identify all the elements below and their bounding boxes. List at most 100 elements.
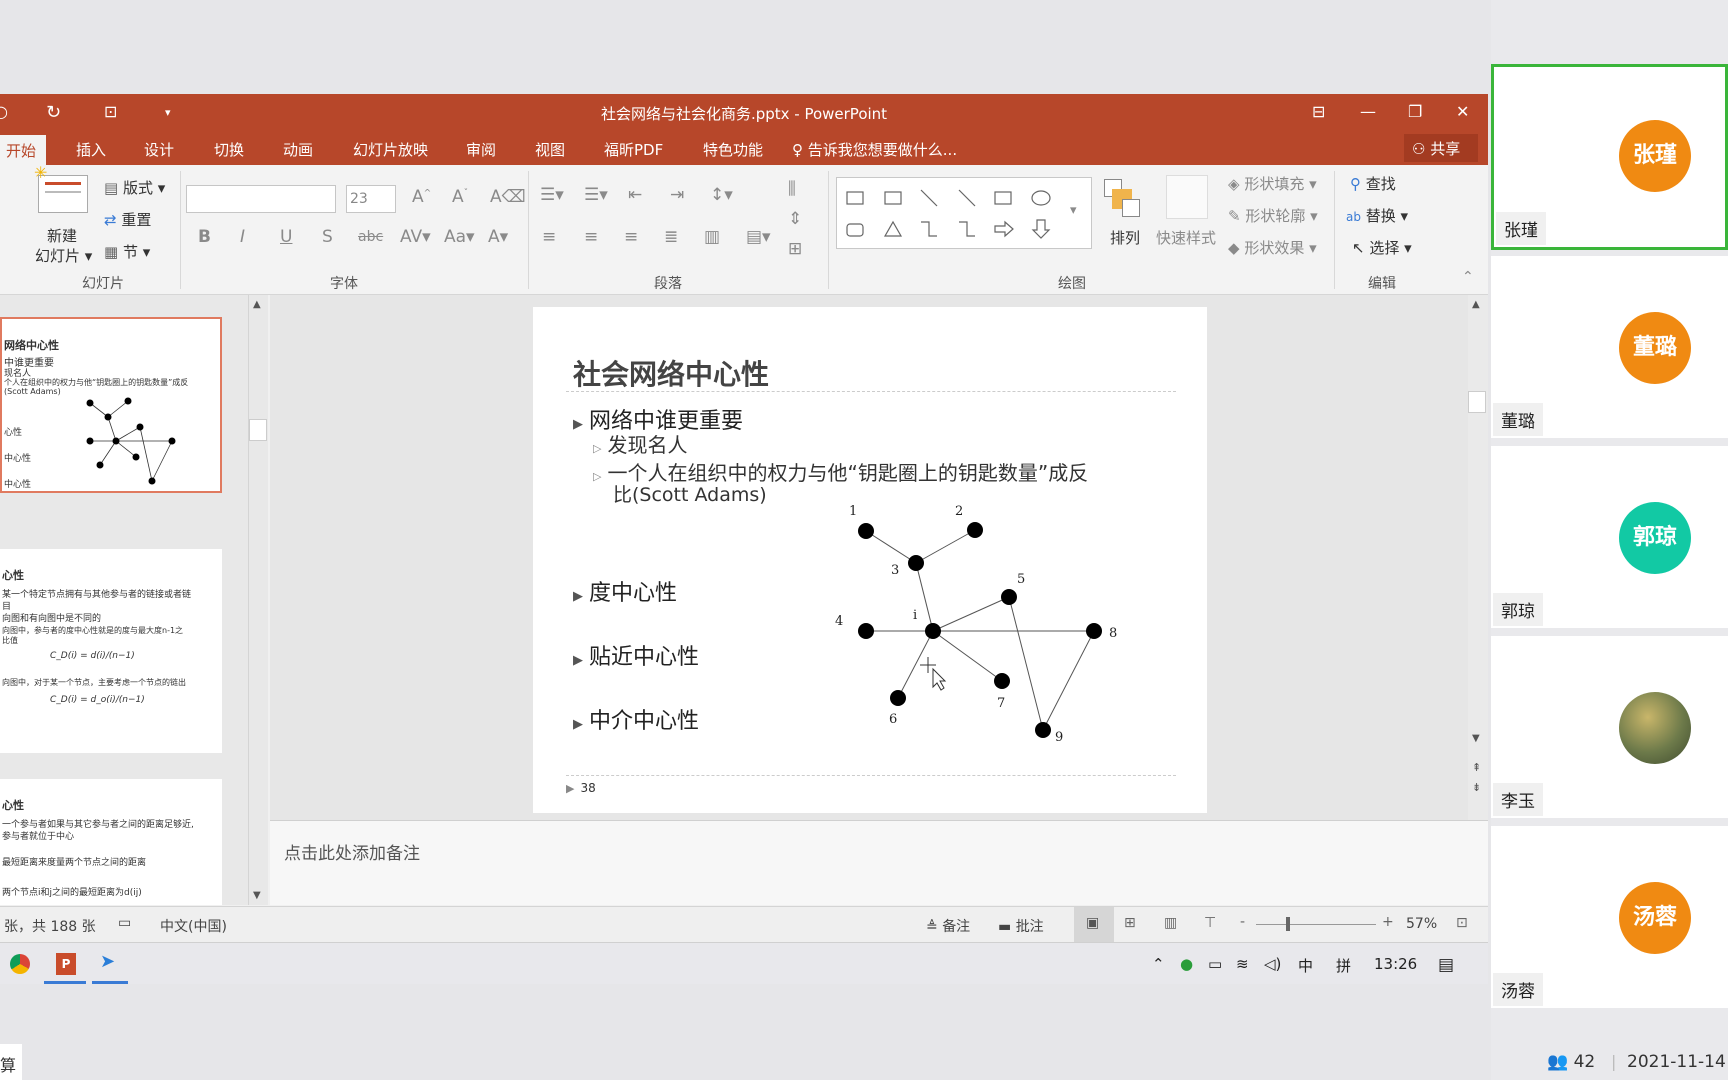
zoom-level[interactable]: 57% bbox=[1406, 916, 1437, 932]
ime-pinyin[interactable]: 拼 bbox=[1336, 955, 1351, 976]
restore-icon[interactable]: ❐ bbox=[1408, 102, 1422, 121]
tab-slideshow[interactable]: 幻灯片放映 bbox=[353, 139, 428, 160]
quick-styles-icon[interactable] bbox=[1166, 175, 1208, 219]
notes-pane[interactable]: 点击此处添加备注 bbox=[270, 820, 1488, 905]
tab-home[interactable]: 开始 bbox=[0, 135, 46, 165]
language-indicator[interactable]: 中文(中国) bbox=[160, 916, 227, 936]
underline-icon[interactable]: U bbox=[280, 227, 292, 247]
notification-icon[interactable]: ▤ bbox=[1438, 955, 1454, 975]
wifi-icon[interactable]: ≋ bbox=[1236, 955, 1249, 973]
section-button[interactable]: ▦ 节 ▾ bbox=[104, 241, 150, 262]
zoom-in-icon[interactable]: + bbox=[1382, 914, 1394, 930]
clock[interactable]: 13:26 bbox=[1374, 955, 1417, 973]
tray-expand-icon[interactable]: ⌃ bbox=[1152, 955, 1165, 973]
shape-outline-button[interactable]: ✎ 形状轮廓 ▾ bbox=[1228, 205, 1318, 226]
line-spacing-icon[interactable]: ↕▾ bbox=[710, 185, 733, 205]
close-icon[interactable]: ✕ bbox=[1456, 102, 1469, 121]
minimize-icon[interactable]: — bbox=[1360, 102, 1376, 121]
align-center-icon[interactable]: ≡ bbox=[584, 227, 598, 247]
find-button[interactable]: ⚲ 查找 bbox=[1350, 173, 1396, 194]
current-slide[interactable]: 社会网络中心性 ▶ 网络中谁更重要 ▷ 发现名人 ▷ 一个人在组织中的权力与他“钥匙圈… bbox=[533, 307, 1207, 813]
replace-button[interactable]: ab 替换 ▾ bbox=[1346, 205, 1408, 226]
slide-sorter-icon[interactable]: ⊞ bbox=[1124, 915, 1136, 931]
zoom-slider-thumb[interactable] bbox=[1286, 917, 1290, 931]
font-name-input[interactable] bbox=[186, 185, 336, 213]
powerpoint-icon[interactable]: P bbox=[56, 953, 76, 975]
tab-animations[interactable]: 动画 bbox=[283, 139, 313, 160]
canvas-scrollbar[interactable]: ▲ ▼ ⇞ ⇟ bbox=[1468, 295, 1488, 820]
notes-placeholder[interactable]: 点击此处添加备注 bbox=[284, 839, 420, 864]
participant-tile[interactable]: 董璐 董璐 bbox=[1491, 256, 1728, 442]
char-spacing-icon[interactable]: AV▾ bbox=[400, 227, 431, 247]
tab-insert[interactable]: 插入 bbox=[76, 139, 106, 160]
shape-effects-button[interactable]: ◆ 形状效果 ▾ bbox=[1228, 237, 1317, 258]
participant-tile[interactable]: 李玉 bbox=[1491, 636, 1728, 822]
font-color-icon[interactable]: A▾ bbox=[488, 227, 508, 247]
layout-button[interactable]: ▤ 版式 ▾ bbox=[104, 177, 165, 198]
volume-icon[interactable]: ◁) bbox=[1264, 955, 1281, 973]
security-tray-icon[interactable]: ● bbox=[1180, 955, 1193, 973]
tab-foxit-pdf[interactable]: 福昕PDF bbox=[604, 139, 663, 160]
thumbnails-scrollbar[interactable]: ▲ ▼ bbox=[248, 295, 268, 905]
battery-icon[interactable]: ▭ bbox=[1208, 955, 1222, 973]
reset-button[interactable]: ⇄ 重置 bbox=[104, 209, 151, 230]
select-button[interactable]: ↖ 选择 ▾ bbox=[1352, 237, 1412, 258]
distributed-icon[interactable]: ▥ bbox=[704, 227, 720, 247]
align-text-icon[interactable]: ⇕ bbox=[788, 209, 802, 229]
quick-styles-label[interactable]: 快速样式 bbox=[1156, 227, 1216, 248]
tell-me-box[interactable]: ♀ 告诉我您想要做什么... bbox=[792, 139, 957, 160]
arrange-label[interactable]: 排列 bbox=[1110, 227, 1140, 248]
normal-view-button[interactable]: ▣ bbox=[1074, 907, 1114, 943]
shapes-gallery[interactable] bbox=[836, 177, 1092, 249]
gallery-more-icon[interactable]: ▾ bbox=[1070, 203, 1077, 218]
new-slide-label-2[interactable]: 幻灯片 ▾ bbox=[35, 245, 92, 266]
new-slide-label-1[interactable]: 新建 bbox=[47, 225, 77, 246]
notes-button[interactable]: ≜ 备注 bbox=[926, 916, 970, 936]
comments-button[interactable]: ▬ 批注 bbox=[998, 916, 1044, 936]
tab-design[interactable]: 设计 bbox=[144, 139, 174, 160]
shrink-font-icon[interactable]: Aˇ bbox=[452, 187, 468, 207]
collapse-ribbon-icon[interactable]: ⌃ bbox=[1462, 269, 1474, 285]
smartart-icon[interactable]: ⊞ bbox=[788, 239, 802, 259]
ribbon-display-icon[interactable]: ⊟ bbox=[1312, 102, 1325, 121]
numbering-icon[interactable]: ☰▾ bbox=[584, 185, 608, 205]
bullets-icon[interactable]: ☰▾ bbox=[540, 185, 564, 205]
shape-fill-button[interactable]: ◈ 形状填充 ▾ bbox=[1228, 173, 1317, 194]
bottom-left-label[interactable]: 算 bbox=[0, 1044, 22, 1080]
participant-tile[interactable]: 汤蓉 汤蓉 bbox=[1491, 826, 1728, 1012]
share-button[interactable]: ⚇ 共享 bbox=[1404, 134, 1478, 162]
tab-review[interactable]: 审阅 bbox=[466, 139, 496, 160]
arrange-icon[interactable] bbox=[1104, 179, 1140, 219]
ime-mode[interactable]: 中 bbox=[1298, 955, 1313, 976]
columns-icon[interactable]: ▤▾ bbox=[746, 227, 771, 247]
slide-thumbnail-active[interactable]: 网络中心性 中谁更重要 现名人 个人在组织中的权力与他“钥匙圈上的钥匙数量”成反… bbox=[0, 317, 222, 493]
text-direction-icon[interactable]: ⫼ bbox=[788, 179, 796, 199]
decrease-indent-icon[interactable]: ⇤ bbox=[628, 185, 642, 205]
participant-count[interactable]: 👥 42 bbox=[1547, 1052, 1595, 1072]
tab-view[interactable]: 视图 bbox=[535, 139, 565, 160]
clear-format-icon[interactable]: A⌫ bbox=[490, 187, 526, 207]
align-left-icon[interactable]: ≡ bbox=[542, 227, 556, 247]
zoom-out-icon[interactable]: - bbox=[1240, 914, 1245, 930]
slideshow-view-icon[interactable]: ⊤ bbox=[1204, 915, 1216, 931]
shadow-icon[interactable]: S bbox=[322, 227, 333, 247]
reading-view-icon[interactable]: ▥ bbox=[1164, 915, 1177, 931]
align-right-icon[interactable]: ≡ bbox=[624, 227, 638, 247]
feishu-icon[interactable]: ➤ bbox=[100, 951, 115, 972]
zoom-slider[interactable] bbox=[1256, 924, 1376, 925]
slide-thumbnail[interactable]: 心性 某一个特定节点拥有与其他参与者的链接或者链 目 向图和有向图中是不同的 向… bbox=[0, 549, 222, 753]
spellcheck-icon[interactable]: ▭ bbox=[118, 915, 131, 931]
tab-transitions[interactable]: 切换 bbox=[214, 139, 244, 160]
justify-icon[interactable]: ≣ bbox=[664, 227, 678, 247]
participant-tile[interactable]: 郭琼 郭琼 bbox=[1491, 446, 1728, 632]
tab-special[interactable]: 特色功能 bbox=[703, 139, 763, 160]
slide-thumbnail[interactable]: 心性 一个参与者如果与其它参与者之间的距离足够近, 参与者就位于中心 最短距离来… bbox=[0, 779, 222, 905]
grow-font-icon[interactable]: A^ bbox=[412, 187, 431, 207]
strikethrough-icon[interactable]: abc bbox=[358, 229, 383, 245]
change-case-icon[interactable]: Aa▾ bbox=[444, 227, 475, 247]
participant-tile[interactable]: 张瑾 张瑾 bbox=[1491, 64, 1728, 250]
chrome-icon[interactable] bbox=[10, 954, 30, 974]
increase-indent-icon[interactable]: ⇥ bbox=[670, 185, 684, 205]
font-size-input[interactable]: 23 bbox=[346, 185, 396, 213]
italic-icon[interactable]: I bbox=[240, 227, 245, 247]
